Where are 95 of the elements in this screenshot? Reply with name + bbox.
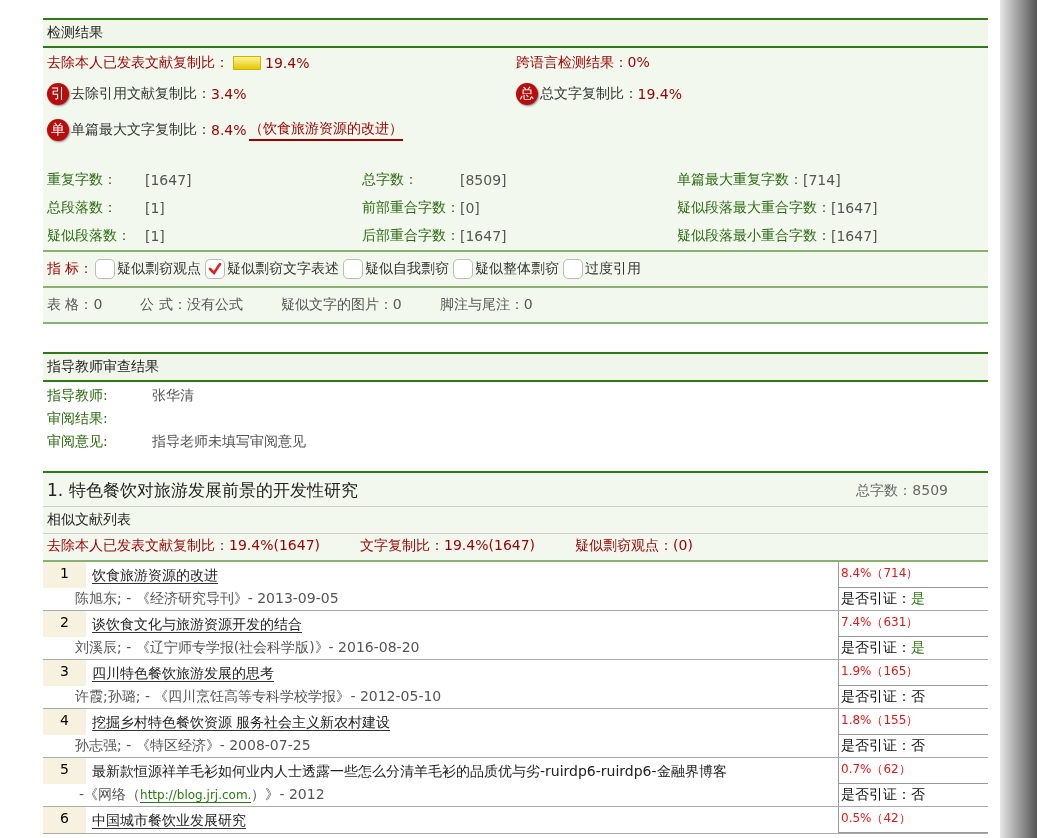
ratio-badge: 总	[515, 83, 538, 105]
ratio-badge: 单	[47, 119, 69, 141]
result-title-link[interactable]: 中国城市餐饮业发展研究	[92, 812, 246, 829]
citation-label: 是否引证：	[841, 590, 911, 606]
section-title: 指导教师审查结果	[43, 352, 988, 382]
citation-value: 是	[911, 639, 925, 655]
checkbox[interactable]	[453, 259, 474, 279]
summary-text: 去除本人已发表文献复制比：19.4%(1647)	[47, 537, 321, 555]
checkbox-label: 疑似剽窃观点	[117, 260, 202, 278]
ratio-cell: 1.9%（165）	[838, 660, 988, 686]
citation-value: 否	[911, 786, 925, 802]
result-title-link[interactable]: 挖掘乡村特色餐饮资源 服务社会主义新农村建设	[92, 714, 391, 731]
count-text: 公 式：没有公式	[140, 296, 243, 314]
checkbox[interactable]	[563, 259, 584, 279]
stat-label: 疑似段落数：	[47, 227, 132, 245]
stat-label: 总字数：	[362, 171, 419, 189]
source-link[interactable]: http://blog.jrj.com.	[140, 788, 252, 803]
source-text: 许霞;孙璐; - 《四川烹饪高等专科学校学报》- 2012-05-10	[74, 687, 443, 706]
word-count: 总字数：8509	[856, 481, 948, 500]
source-text: 陈旭东; - 《经济研究导刊》- 2013-09-05	[74, 589, 340, 608]
source-text: -《网络（	[79, 786, 141, 802]
ratio-swatch-icon	[233, 56, 261, 70]
result-title-link[interactable]: 饮食旅游资源的改进	[92, 567, 218, 584]
count-text: 疑似文字的图片：0	[280, 296, 402, 314]
stat-value: [714]	[803, 172, 841, 188]
checkbox[interactable]	[205, 259, 226, 279]
ratio-value: 3.4%	[211, 86, 247, 102]
ratio-label: 总文字复制比：	[539, 85, 638, 103]
stat-value: [1]	[145, 228, 165, 244]
ratio-value: 19.4%	[265, 55, 310, 71]
checkbox-label: 疑似剽窃文字表述	[227, 260, 340, 278]
row-number: 3	[43, 660, 88, 686]
ratio-label: 单篇最大文字复制比：	[71, 121, 211, 139]
citation-label: 是否引证：	[841, 688, 911, 704]
citation-label: 是否引证：	[841, 737, 911, 753]
result-title-link[interactable]: 谈饮食文化与旅游资源开发的结合	[92, 616, 302, 633]
indicator-label: 指 标：	[47, 260, 94, 278]
ratio-cell: 0.7%（62）	[838, 758, 988, 784]
ratio-cell: 7.4%（631）	[838, 611, 988, 637]
ratio-text: 跨语言检测结果：0%	[515, 54, 650, 72]
review-value: 张华清	[152, 386, 194, 405]
review-value: 指导老师未填写审阅意见	[152, 432, 306, 451]
stat-label: 单篇最大重复字数：	[677, 171, 803, 189]
stat-value: [1647]	[145, 172, 192, 188]
ratio-label: 去除本人已发表文献复制比：	[47, 54, 229, 72]
ratio-badge: 引	[47, 83, 69, 105]
row-number: 2	[43, 611, 88, 637]
document-title: 1. 特色餐饮对旅游发展前景的开发性研究	[47, 479, 358, 502]
row-number: 1	[43, 562, 88, 588]
source-text: ）》- 2012	[251, 786, 325, 802]
source-text: 刘溪辰; - 《辽宁师专学报(社会科学版)》- 2016-08-20	[74, 638, 421, 657]
row-number: 5	[43, 758, 88, 784]
citation-label: 是否引证：	[841, 786, 911, 802]
count-text: 脚注与尾注：0	[439, 296, 533, 314]
list-title: 相似文献列表	[43, 506, 988, 533]
checkbox-label: 疑似整体剽窃	[475, 260, 560, 278]
document-link[interactable]: （饮食旅游资源的改进）	[248, 119, 403, 141]
stat-label: 前部重合字数：	[362, 199, 460, 217]
ratio-label: 去除引用文献复制比：	[71, 85, 211, 103]
citation-value: 是	[911, 590, 925, 606]
ratio-cell: 0.5%（42）	[838, 807, 988, 833]
ratio-cell: 1.8%（155）	[838, 709, 988, 735]
review-label: 审阅结果:	[47, 409, 109, 428]
result-title-link[interactable]: 最新款恒源祥羊毛衫如何业内人士透露一些怎么分清羊毛衫的品质优与劣-ruirdp6-ruirdp6-金融界博客	[92, 763, 727, 779]
citation-value: 否	[911, 737, 925, 753]
citation-value: 否	[911, 688, 925, 704]
checkbox-label: 疑似自我剽窃	[365, 260, 450, 278]
review-label: 审阅意见:	[47, 432, 109, 451]
source-text: 孙志强; - 《特区经济》- 2008-07-25	[74, 736, 312, 755]
row-number: 4	[43, 709, 88, 735]
stat-label: 重复字数：	[47, 171, 118, 189]
stat-value: [1]	[145, 200, 165, 216]
checkbox[interactable]	[95, 259, 116, 279]
stat-label: 后部重合字数：	[362, 227, 460, 245]
stat-value: [0]	[460, 200, 480, 216]
stat-value: [8509]	[460, 172, 507, 188]
stat-label: 总段落数：	[47, 199, 118, 217]
ratio-cell: 8.4%（714）	[838, 562, 988, 588]
stat-value: [1647]	[831, 200, 878, 216]
stat-value: [1647]	[460, 228, 507, 244]
count-text: 表 格：0	[47, 296, 103, 314]
summary-text: 文字复制比：19.4%(1647)	[360, 537, 536, 555]
stat-label: 疑似段落最小重合字数：	[677, 227, 831, 245]
stat-value: [1647]	[831, 228, 878, 244]
ratio-value: 19.4%	[637, 86, 682, 102]
ratio-value: 8.4%	[211, 122, 247, 138]
row-number: 6	[43, 807, 88, 833]
checkbox-label: 过度引用	[585, 260, 642, 278]
summary-text: 疑似剽窃观点：(0)	[575, 537, 693, 555]
citation-label: 是否引证：	[841, 639, 911, 655]
section-title: 检测结果	[43, 18, 988, 48]
review-label: 指导教师:	[47, 386, 109, 405]
result-title-link[interactable]: 四川特色餐饮旅游发展的思考	[92, 665, 274, 682]
stat-label: 疑似段落最大重合字数：	[677, 199, 831, 217]
checkbox[interactable]	[343, 259, 364, 279]
